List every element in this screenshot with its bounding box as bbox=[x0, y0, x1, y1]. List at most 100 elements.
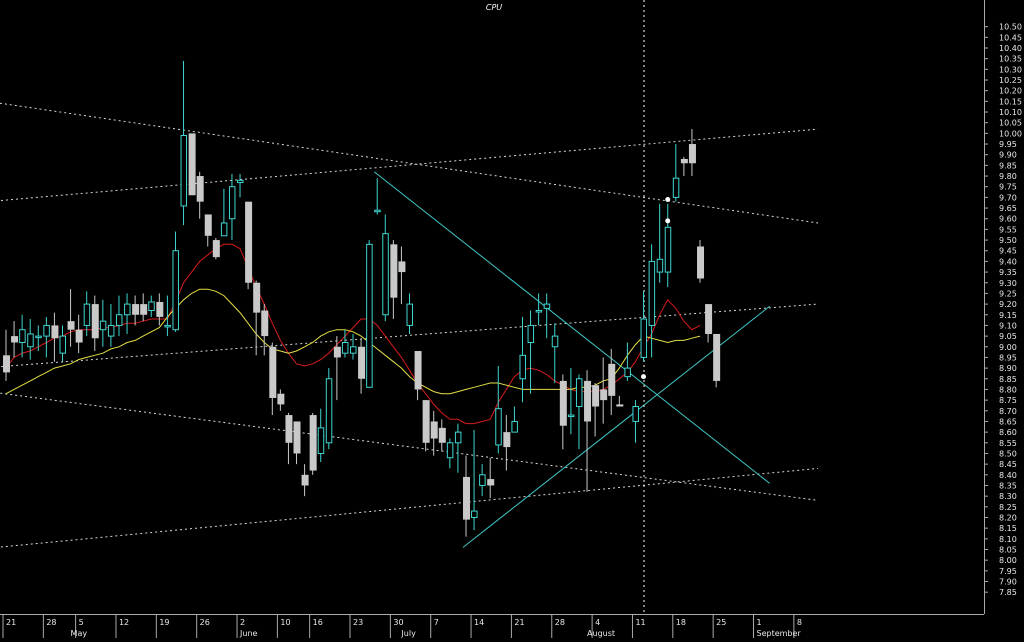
candle-body-55 bbox=[446, 442, 454, 459]
x-day-tick-label-20: 8 bbox=[797, 618, 802, 627]
y-tick-label-20: 8.85 bbox=[999, 375, 1017, 384]
candle-body-2 bbox=[19, 329, 26, 344]
y-tick-label-48: 10.25 bbox=[999, 76, 1022, 85]
y-tick-label-26: 9.15 bbox=[999, 311, 1017, 320]
y-tick-label-28: 9.25 bbox=[999, 289, 1017, 298]
y-tick-label-30: 9.35 bbox=[999, 268, 1017, 277]
y-tick-label-42: 9.95 bbox=[999, 140, 1017, 149]
x-day-tick-label-1: 28 bbox=[46, 618, 56, 627]
candle-body-44 bbox=[358, 346, 366, 379]
x-day-tick-label-4: 19 bbox=[159, 618, 169, 627]
y-tick-label-19: 8.80 bbox=[999, 385, 1017, 394]
y-tick-label-24: 9.05 bbox=[999, 332, 1017, 341]
candle-body-22 bbox=[180, 135, 188, 207]
candle-body-27 bbox=[220, 222, 228, 237]
y-tick-label-8: 8.25 bbox=[999, 503, 1017, 512]
candle-body-33 bbox=[269, 346, 277, 398]
y-tick-label-35: 9.60 bbox=[999, 215, 1017, 224]
candle-body-7 bbox=[59, 335, 66, 354]
candle-body-17 bbox=[140, 304, 148, 315]
candle-body-26 bbox=[212, 240, 220, 258]
candle-body-73 bbox=[592, 385, 600, 407]
y-tick-label-49: 10.30 bbox=[999, 65, 1022, 74]
candle-body-85 bbox=[688, 144, 696, 164]
x-day-tick-label-19: 1 bbox=[757, 618, 762, 627]
y-tick-label-38: 9.75 bbox=[999, 183, 1017, 192]
y-tick-label-5: 8.10 bbox=[999, 535, 1017, 544]
candle-body-3 bbox=[27, 333, 34, 348]
candle-body-31 bbox=[253, 282, 261, 313]
candle-body-37 bbox=[301, 474, 309, 486]
x-day-tick-label-18: 25 bbox=[716, 618, 726, 627]
candle-body-28 bbox=[228, 186, 236, 220]
candle-body-40 bbox=[325, 378, 333, 444]
marker-dot-2 bbox=[665, 218, 671, 224]
candle-body-20 bbox=[164, 324, 171, 328]
y-tick-label-41: 9.90 bbox=[999, 151, 1017, 160]
y-tick-label-2: 7.95 bbox=[999, 567, 1017, 576]
candle-body-45 bbox=[366, 243, 373, 388]
candle-body-5 bbox=[43, 324, 50, 337]
candle-body-38 bbox=[309, 415, 317, 471]
candle-body-47 bbox=[382, 233, 389, 316]
y-tick-label-1: 7.90 bbox=[999, 578, 1017, 587]
candle-body-16 bbox=[132, 304, 140, 315]
candle-body-88 bbox=[713, 333, 721, 381]
y-tick-label-25: 9.10 bbox=[999, 321, 1017, 330]
y-tick-label-22: 8.95 bbox=[999, 353, 1017, 362]
candle-body-59 bbox=[479, 474, 486, 486]
candle-body-77 bbox=[624, 367, 631, 378]
y-tick-label-29: 9.30 bbox=[999, 279, 1017, 288]
candle-body-64 bbox=[519, 354, 526, 380]
candle-body-68 bbox=[551, 335, 559, 348]
y-tick-label-18: 8.75 bbox=[999, 396, 1017, 405]
x-month-tick-label-4: September bbox=[757, 629, 802, 638]
candle-body-82 bbox=[664, 226, 672, 273]
candle-body-36 bbox=[293, 421, 301, 454]
candle-body-30 bbox=[245, 201, 253, 283]
candle-body-23 bbox=[188, 133, 196, 196]
candle-body-74 bbox=[600, 389, 608, 401]
candle-body-15 bbox=[124, 303, 131, 316]
x-month-tick-label-0: May bbox=[71, 629, 88, 638]
candle-body-1 bbox=[11, 336, 19, 343]
x-day-tick-label-7: 10 bbox=[280, 618, 290, 627]
candle-body-81 bbox=[656, 258, 664, 273]
y-tick-label-14: 8.55 bbox=[999, 439, 1017, 448]
candle-body-46 bbox=[374, 209, 381, 213]
x-month-tick-label-2: July bbox=[400, 629, 416, 638]
candle-body-19 bbox=[156, 301, 164, 317]
candle-body-35 bbox=[285, 415, 293, 443]
y-tick-label-9: 8.30 bbox=[999, 492, 1017, 501]
y-tick-label-34: 9.55 bbox=[999, 225, 1017, 234]
candle-body-0 bbox=[3, 355, 10, 373]
candle-body-86 bbox=[697, 246, 705, 279]
candle-body-58 bbox=[471, 510, 478, 518]
candle-body-4 bbox=[35, 335, 42, 339]
candle-body-9 bbox=[75, 329, 83, 343]
y-tick-label-10: 8.35 bbox=[999, 481, 1017, 490]
candle-body-34 bbox=[277, 393, 285, 405]
candle-body-53 bbox=[430, 421, 438, 439]
x-day-tick-label-3: 12 bbox=[119, 618, 129, 627]
x-day-tick-label-14: 28 bbox=[555, 618, 565, 627]
y-tick-label-52: 10.45 bbox=[999, 33, 1022, 42]
x-day-tick-label-2: 5 bbox=[79, 618, 84, 627]
x-day-tick-label-16: 11 bbox=[635, 618, 645, 627]
y-tick-label-31: 9.40 bbox=[999, 257, 1017, 266]
x-month-tick-label-1: June bbox=[239, 629, 258, 638]
candle-body-60 bbox=[487, 479, 495, 486]
candle-body-51 bbox=[414, 351, 422, 390]
y-tick-label-36: 9.65 bbox=[999, 204, 1017, 213]
candle-body-57 bbox=[462, 476, 470, 520]
candle-body-84 bbox=[680, 158, 688, 164]
candle-body-83 bbox=[672, 177, 680, 198]
y-tick-label-15: 8.60 bbox=[999, 428, 1017, 437]
y-tick-label-32: 9.45 bbox=[999, 247, 1017, 256]
candle-body-61 bbox=[495, 408, 502, 446]
candle-body-66 bbox=[535, 309, 543, 313]
candle-body-13 bbox=[107, 324, 115, 337]
y-tick-label-50: 10.35 bbox=[999, 55, 1022, 64]
x-day-tick-label-10: 30 bbox=[393, 618, 403, 627]
y-tick-label-0: 7.85 bbox=[999, 588, 1017, 597]
